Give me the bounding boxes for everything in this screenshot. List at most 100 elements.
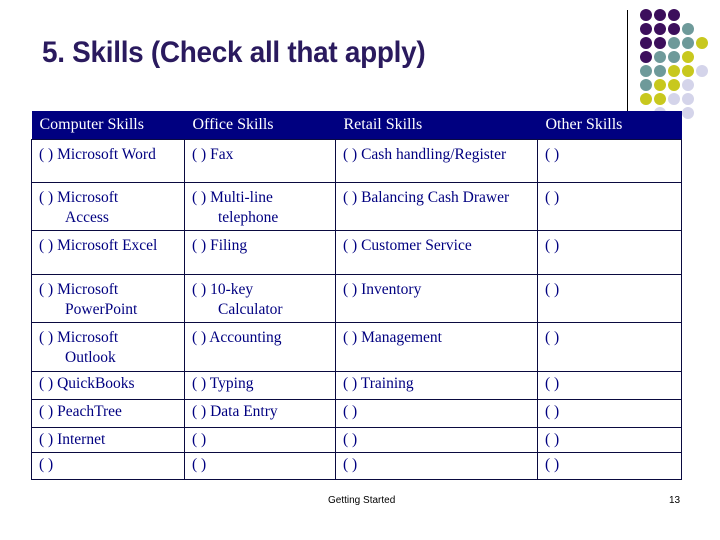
skill-checkbox-label: ( ): [545, 431, 560, 448]
decorative-dot: [682, 51, 694, 63]
skill-cell-office[interactable]: ( ) 10-key Calculator: [184, 274, 336, 323]
skill-checkbox-label: ( ) Accounting: [192, 329, 282, 346]
skill-checkbox-label: ( ) Filing: [192, 237, 248, 254]
decorative-dot: [668, 65, 680, 77]
decorative-dot: [682, 23, 694, 35]
skill-cell-computer[interactable]: ( ) Microsoft PowerPoint: [31, 274, 185, 323]
skill-cell-computer[interactable]: ( ) Microsoft Outlook: [31, 322, 185, 372]
skill-cell-other[interactable]: ( ): [537, 230, 682, 275]
decorative-dot: [654, 93, 666, 105]
skill-cell-other[interactable]: ( ): [537, 452, 682, 480]
skill-checkbox-label: ( ): [39, 456, 54, 473]
skill-checkbox-label: ( ): [545, 375, 560, 392]
skill-cell-office[interactable]: ( ): [184, 427, 336, 453]
skill-checkbox-label: ( ) Typing: [192, 375, 254, 392]
skill-cell-computer[interactable]: ( ) QuickBooks: [31, 371, 185, 400]
skill-checkbox-label: ( ) Data Entry: [192, 403, 278, 420]
footer-title: Getting Started: [328, 495, 396, 506]
skills-table: Computer Skills Office Skills Retail Ski…: [31, 111, 682, 480]
decorative-dot: [668, 93, 680, 105]
skill-label-continued: telephone: [218, 209, 279, 226]
skill-checkbox-label: ( ): [545, 237, 560, 254]
skill-checkbox-label: ( ): [545, 329, 560, 346]
decorative-dot: [640, 51, 652, 63]
skill-checkbox-label: ( ) Microsoft Excel: [39, 237, 158, 254]
decorative-dot: [668, 79, 680, 91]
decorative-dot: [654, 23, 666, 35]
decorative-dot: [682, 37, 694, 49]
decorative-dot: [640, 79, 652, 91]
skill-cell-retail[interactable]: ( ): [335, 452, 538, 480]
skill-checkbox-label: ( ) Fax: [192, 146, 234, 163]
table-header-row: Computer Skills Office Skills Retail Ski…: [31, 111, 682, 140]
decorative-dot: [654, 37, 666, 49]
skill-cell-retail[interactable]: ( ) Customer Service: [335, 230, 538, 275]
decorative-dot: [668, 37, 680, 49]
skill-label-continued: PowerPoint: [65, 301, 138, 318]
skill-checkbox-label: ( ): [545, 189, 560, 206]
decorative-dot: [640, 9, 652, 21]
skill-cell-other[interactable]: ( ): [537, 274, 682, 323]
skill-cell-office[interactable]: ( ) Fax: [184, 139, 336, 183]
skill-cell-office[interactable]: ( ) Multi-line telephone: [184, 182, 336, 231]
skill-checkbox-label: ( ) Cash handling/Register: [343, 146, 507, 163]
skill-label-continued: Access: [65, 209, 109, 226]
skill-checkbox-label: ( ) QuickBooks: [39, 375, 135, 392]
skill-cell-other[interactable]: ( ): [537, 139, 682, 183]
header-computer-skills: Computer Skills: [31, 111, 185, 140]
skill-cell-computer[interactable]: ( ): [31, 452, 185, 480]
skill-cell-retail[interactable]: ( ) Cash handling/Register: [335, 139, 538, 183]
decorative-dot: [640, 23, 652, 35]
skill-checkbox-label: ( ): [343, 403, 358, 420]
skill-cell-other[interactable]: ( ): [537, 427, 682, 453]
skill-cell-computer[interactable]: ( ) Microsoft Excel: [31, 230, 185, 275]
skill-cell-computer[interactable]: ( ) Internet: [31, 427, 185, 453]
skill-checkbox-label: ( ): [343, 431, 358, 448]
skill-cell-retail[interactable]: ( ) Balancing Cash Drawer: [335, 182, 538, 231]
decorative-dot: [640, 93, 652, 105]
table-row: ( ) Microsoft Excel ( ) Filing ( ) Custome…: [31, 230, 682, 275]
skill-checkbox-label: ( ) Microsoft Word: [39, 146, 156, 163]
skill-cell-computer[interactable]: ( ) Microsoft Word: [31, 139, 185, 183]
skill-cell-other[interactable]: ( ): [537, 399, 682, 428]
skill-checkbox-label: ( ): [545, 281, 560, 298]
skill-cell-retail[interactable]: ( ): [335, 427, 538, 453]
skill-cell-office[interactable]: ( ) Typing: [184, 371, 336, 400]
skill-cell-retail[interactable]: ( ) Inventory: [335, 274, 538, 323]
skill-cell-retail[interactable]: ( ) Management: [335, 322, 538, 372]
skill-checkbox-label: ( ): [545, 146, 560, 163]
table-row: ( ) QuickBooks ( ) Typing ( ) Training ( ): [31, 371, 682, 400]
decorative-dot: [696, 37, 708, 49]
skill-cell-computer[interactable]: ( ) Microsoft Access: [31, 182, 185, 231]
skill-cell-other[interactable]: ( ): [537, 322, 682, 372]
skill-cell-other[interactable]: ( ): [537, 182, 682, 231]
skill-checkbox-label: ( ) Microsoft: [39, 189, 119, 206]
skill-cell-other[interactable]: ( ): [537, 371, 682, 400]
table-row: ( ) Microsoft PowerPoint ( ) 10-key Calcula…: [31, 274, 682, 323]
skill-cell-office[interactable]: ( ) Data Entry: [184, 399, 336, 428]
skill-checkbox-label: ( ) Balancing Cash Drawer: [343, 189, 510, 206]
skill-cell-office[interactable]: ( ): [184, 452, 336, 480]
skill-checkbox-label: ( ) PeachTree: [39, 403, 122, 420]
table-row: ( ) ( ) ( ) ( ): [31, 452, 682, 480]
skill-checkbox-label: ( ) 10-key: [192, 281, 254, 298]
skill-cell-computer[interactable]: ( ) PeachTree: [31, 399, 185, 428]
skill-checkbox-label: ( ) Microsoft: [39, 329, 119, 346]
skill-cell-retail[interactable]: ( ) Training: [335, 371, 538, 400]
decorative-dot: [654, 9, 666, 21]
skill-label-continued: Outlook: [65, 349, 116, 366]
skill-cell-office[interactable]: ( ) Filing: [184, 230, 336, 275]
skill-checkbox-label: ( ) Multi-line: [192, 189, 273, 206]
skill-checkbox-label: ( ) Management: [343, 329, 442, 346]
decorative-dot: [682, 79, 694, 91]
skill-checkbox-label: ( ): [545, 403, 560, 420]
skill-label-continued: Calculator: [218, 301, 283, 318]
decorative-dot: [682, 107, 694, 119]
slide-title: 5. Skills (Check all that apply): [42, 36, 426, 69]
skill-cell-office[interactable]: ( ) Accounting: [184, 322, 336, 372]
header-other-skills: Other Skills: [537, 111, 682, 140]
header-retail-skills: Retail Skills: [335, 111, 538, 140]
decorative-dot: [696, 65, 708, 77]
skill-cell-retail[interactable]: ( ): [335, 399, 538, 428]
decorative-dot: [668, 23, 680, 35]
